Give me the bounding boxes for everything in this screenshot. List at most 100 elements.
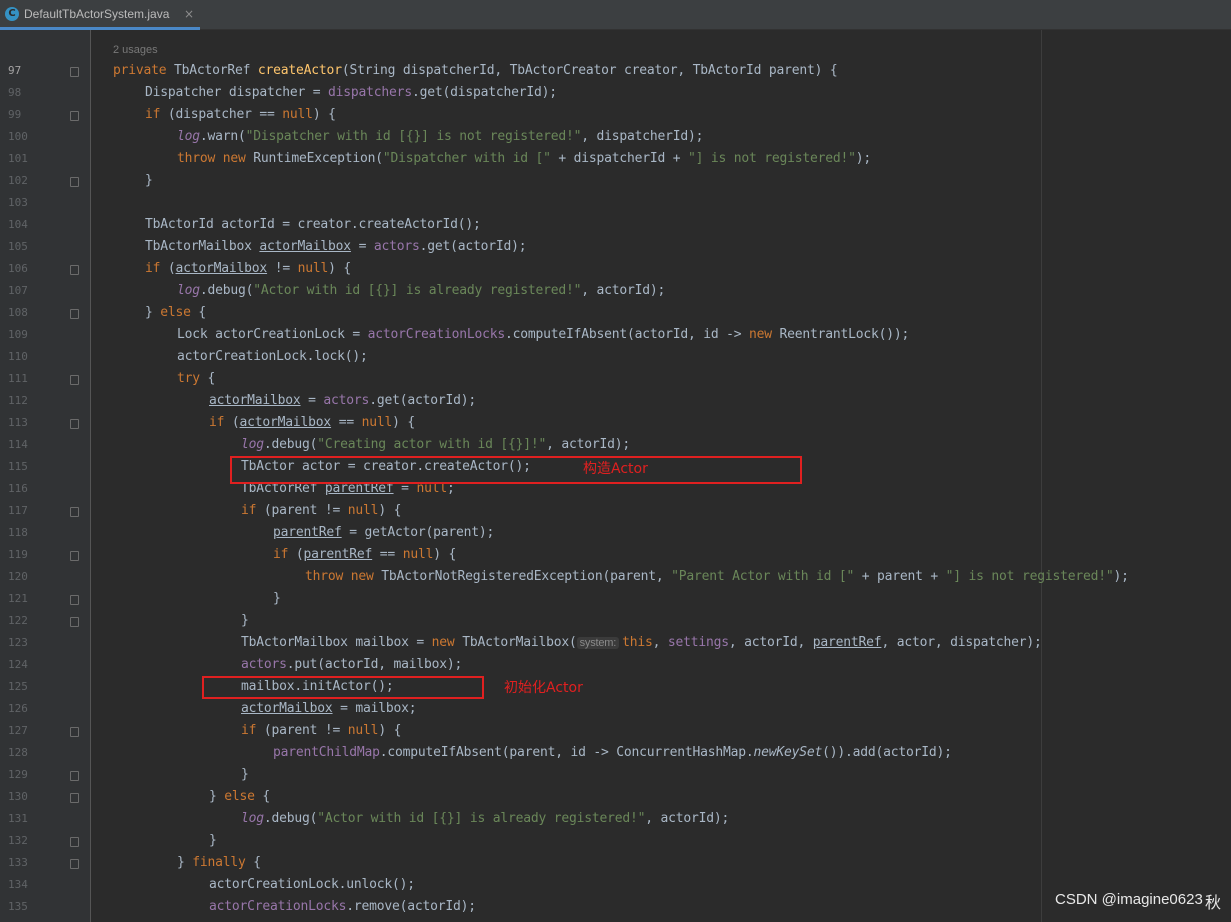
- code-line: 113 if (actorMailbox == null) {: [0, 413, 1231, 435]
- code-line: 109 Lock actorCreationLock = actorCreati…: [0, 325, 1231, 347]
- token: TbActorNotRegisteredException(parent,: [373, 569, 672, 584]
- token: "Actor with id [{}] is already registere…: [317, 811, 646, 826]
- usages-hint[interactable]: 2 usages: [113, 44, 158, 56]
- token: .computeIfAbsent(parent, id -> Concurren…: [379, 745, 754, 760]
- code-line: 107 log.debug("Actor with id [{}] is alr…: [0, 281, 1231, 303]
- code-line: 120 throw new TbActorNotRegisteredExcept…: [0, 567, 1231, 589]
- code-text: log.warn("Dispatcher with id [{}] is not…: [177, 129, 703, 144]
- line-number: 107: [8, 284, 28, 297]
- token: TbActorRef: [166, 63, 258, 78]
- token: ReentrantLock());: [771, 327, 910, 342]
- line-number: 134: [8, 878, 28, 891]
- fold-marker-icon[interactable]: [70, 265, 79, 275]
- close-icon[interactable]: ×: [184, 7, 194, 21]
- code-text: actorMailbox = mailbox;: [241, 701, 417, 716]
- code-text: if (actorMailbox == null) {: [209, 415, 415, 430]
- code-line: 125 mailbox.initActor();: [0, 677, 1231, 699]
- annotation-init-actor: 初始化Actor: [504, 680, 583, 696]
- token: , actorId);: [546, 437, 630, 452]
- token: else: [160, 305, 191, 320]
- token: actors: [373, 239, 420, 254]
- fold-marker-icon[interactable]: [70, 507, 79, 517]
- line-number: 125: [8, 680, 28, 693]
- token: newKeySet: [753, 745, 823, 760]
- token: if: [145, 107, 161, 122]
- line-number: 123: [8, 636, 28, 649]
- fold-marker-icon[interactable]: [70, 617, 79, 627]
- tab-default-tb-actor-system[interactable]: C DefaultTbActorSystem.java ×: [0, 0, 200, 30]
- fold-marker-icon[interactable]: [70, 177, 79, 187]
- fold-marker-icon[interactable]: [70, 419, 79, 429]
- line-number: 104: [8, 218, 28, 231]
- code-line: 106 if (actorMailbox != null) {: [0, 259, 1231, 281]
- code-line: 108 } else {: [0, 303, 1231, 325]
- token: actorMailbox: [241, 701, 333, 716]
- fold-marker-icon[interactable]: [70, 375, 79, 385]
- line-number: 106: [8, 262, 28, 275]
- line-number: 113: [8, 416, 28, 429]
- line-number: 101: [8, 152, 28, 165]
- code-text: actors.put(actorId, mailbox);: [241, 657, 462, 672]
- line-number: 110: [8, 350, 28, 363]
- line-number: 109: [8, 328, 28, 341]
- line-number: 105: [8, 240, 28, 253]
- token: actorCreationLocks: [367, 327, 505, 342]
- fold-marker-icon[interactable]: [70, 727, 79, 737]
- token: null: [361, 415, 393, 430]
- code-line: 96: [0, 30, 1231, 39]
- token: .put(actorId, mailbox);: [286, 657, 463, 672]
- token: ) {: [433, 547, 457, 562]
- fold-marker-icon[interactable]: [70, 595, 79, 605]
- token: "Actor with id [{}] is already registere…: [253, 283, 582, 298]
- fold-marker-icon[interactable]: [70, 837, 79, 847]
- code-line: 99 if (dispatcher == null) {: [0, 105, 1231, 127]
- token: (String dispatcherId, TbActorCreator cre…: [341, 63, 838, 78]
- code-line: 102 }: [0, 171, 1231, 193]
- token: !=: [267, 261, 298, 276]
- token: ==: [331, 415, 362, 430]
- token: if: [241, 503, 257, 518]
- token: actorMailbox: [259, 239, 351, 254]
- code-text: log.debug("Creating actor with id [{}]!"…: [241, 437, 630, 452]
- code-text: actorMailbox = actors.get(actorId);: [209, 393, 476, 408]
- code-text: }: [273, 591, 281, 606]
- token: .get(actorId);: [369, 393, 476, 408]
- fold-marker-icon[interactable]: [70, 771, 79, 781]
- code-line: 128 parentChildMap.computeIfAbsent(paren…: [0, 743, 1231, 765]
- code-text: Lock actorCreationLock = actorCreationLo…: [177, 327, 909, 342]
- line-number: 108: [8, 306, 28, 319]
- token: (parent !=: [256, 723, 348, 738]
- code-line: 129 }: [0, 765, 1231, 787]
- token: null: [402, 547, 434, 562]
- code-line: 114 log.debug("Creating actor with id [{…: [0, 435, 1231, 457]
- line-number: 130: [8, 790, 28, 803]
- line-number: 117: [8, 504, 28, 517]
- code-text: if (parent != null) {: [241, 503, 401, 518]
- token: "] is not registered!": [945, 569, 1114, 584]
- line-number: 121: [8, 592, 28, 605]
- token: (parent !=: [256, 503, 348, 518]
- token: new: [749, 327, 772, 342]
- line-number: 119: [8, 548, 28, 561]
- token: if: [273, 547, 289, 562]
- fold-marker-icon[interactable]: [70, 111, 79, 121]
- code-text: TbActorId actorId = creator.createActorI…: [145, 217, 481, 232]
- code-text: try {: [177, 371, 215, 386]
- usages-hint-row: 2 usages: [0, 40, 1231, 62]
- fold-marker-icon[interactable]: [70, 793, 79, 803]
- token: else: [224, 789, 255, 804]
- token: .remove(actorId);: [346, 899, 476, 914]
- token: RuntimeException(: [245, 151, 383, 166]
- code-text: } else {: [145, 305, 206, 320]
- watermark-extra: 秋: [1205, 893, 1222, 912]
- token: log: [177, 129, 200, 144]
- fold-marker-icon[interactable]: [70, 859, 79, 869]
- token: .get(dispatcherId);: [411, 85, 557, 100]
- token: "Dispatcher with id [{}] is not register…: [245, 129, 582, 144]
- fold-marker-icon[interactable]: [70, 551, 79, 561]
- token: + parent +: [854, 569, 946, 584]
- java-class-icon: C: [5, 6, 19, 21]
- token: (: [288, 547, 304, 562]
- fold-marker-icon[interactable]: [70, 309, 79, 319]
- fold-marker-icon[interactable]: [70, 67, 79, 77]
